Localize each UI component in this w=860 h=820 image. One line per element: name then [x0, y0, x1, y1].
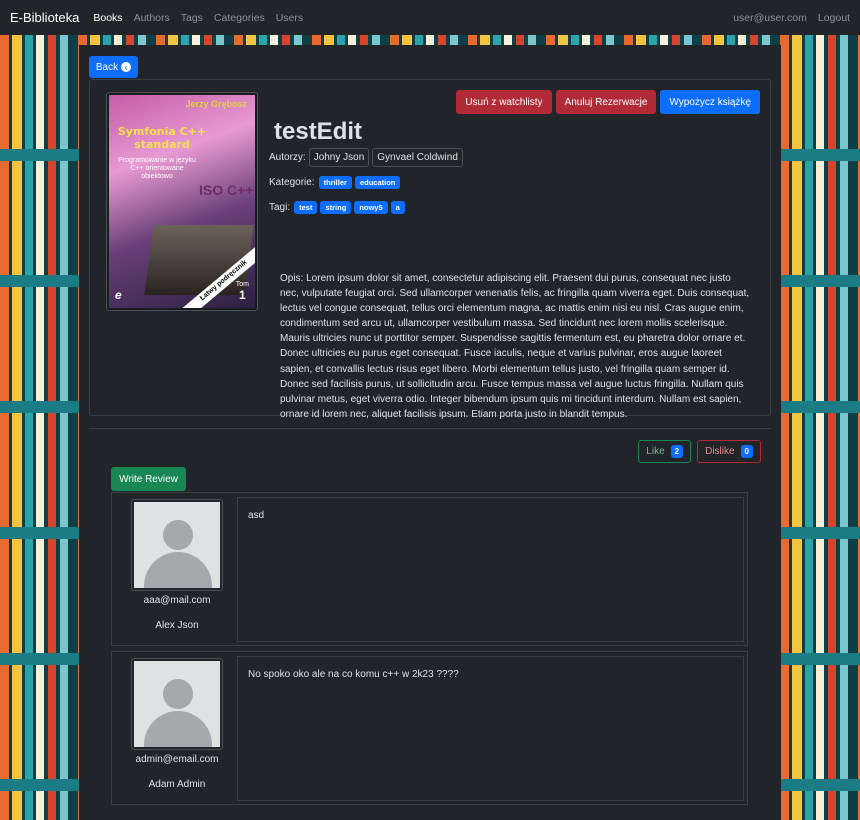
book-actions: Usuń z watchlisty Anuluj Rezerwacje Wypo…: [456, 90, 760, 114]
nav-users[interactable]: Users: [276, 12, 303, 24]
authors-row: Autorzy: Johny Json Gynvael Coldwind: [269, 148, 463, 167]
nav-books[interactable]: Books: [93, 12, 122, 24]
review-card: admin@email.com Adam Admin No spoko oko …: [111, 651, 748, 805]
main-container: Back ‹ Jerzy Grębosz Symfonia C++ standa…: [79, 45, 781, 820]
publisher-logo: e: [115, 288, 122, 302]
back-button[interactable]: Back ‹: [89, 56, 138, 78]
category-badge[interactable]: thriller: [318, 176, 352, 189]
book-title: testEdit: [274, 118, 363, 145]
category-badge[interactable]: education: [354, 176, 401, 189]
like-count-badge: 2: [670, 445, 684, 458]
review-author-name: Adam Admin: [148, 779, 206, 790]
cover-tom-label: Tom: [235, 281, 249, 288]
nav-categories[interactable]: Categories: [214, 12, 265, 24]
user-placeholder-icon: [134, 661, 220, 747]
tag-badge[interactable]: test: [294, 201, 318, 214]
dislike-count-badge: 0: [740, 445, 753, 458]
like-button[interactable]: Like 2: [638, 440, 692, 463]
review-author-email: admin@email.com: [135, 754, 219, 765]
borrow-book-button[interactable]: Wypożycz książkę: [660, 90, 760, 114]
avatar: [131, 658, 223, 750]
book-details-card: Jerzy Grębosz Symfonia C++ standard Prog…: [89, 79, 771, 420]
nav-authors[interactable]: Authors: [134, 12, 170, 24]
dislike-button[interactable]: Dislike 0: [697, 440, 761, 463]
author-chip[interactable]: Gynvael Coldwind: [372, 148, 463, 167]
user-placeholder-icon: [134, 502, 220, 588]
like-label: Like: [646, 446, 665, 457]
cover-iso: ISO C++: [199, 182, 254, 198]
tag-badge[interactable]: string: [320, 201, 352, 214]
book-cover-image: Jerzy Grębosz Symfonia C++ standard Prog…: [109, 95, 255, 308]
brand-logo[interactable]: E-Biblioteka: [10, 10, 79, 25]
authors-label: Autorzy:: [269, 152, 306, 163]
cover-tom-number: 1: [239, 288, 246, 302]
author-chip[interactable]: Johny Json: [308, 148, 370, 167]
section-divider: [89, 428, 771, 429]
reactions: Like 2 Dislike 0: [638, 440, 761, 463]
review-text: asd: [237, 497, 744, 642]
tags-row: Tagi: test string nowy5 a: [269, 201, 405, 214]
tags-label: Tagi:: [269, 202, 291, 213]
cover-title: Symfonia C++ standard: [117, 125, 207, 151]
tag-badge[interactable]: nowy5: [354, 201, 388, 214]
categories-label: Kategorie:: [269, 177, 315, 188]
nav-tags[interactable]: Tags: [181, 12, 203, 24]
write-review-button[interactable]: Write Review: [111, 467, 186, 491]
remove-watchlist-button[interactable]: Usuń z watchlisty: [456, 90, 552, 114]
logout-link[interactable]: Logout: [818, 12, 850, 24]
user-email-link[interactable]: user@user.com: [733, 12, 807, 24]
cover-subtitle: Programowanie w języku C++ orientowane o…: [118, 157, 196, 180]
book-cover: Jerzy Grębosz Symfonia C++ standard Prog…: [106, 92, 258, 311]
cancel-reservation-button[interactable]: Anuluj Rezerwacje: [555, 90, 657, 114]
avatar: [131, 499, 223, 591]
review-card: aaa@mail.com Alex Json asd: [111, 492, 748, 646]
cover-author: Jerzy Grębosz: [185, 99, 247, 109]
review-author-email: aaa@mail.com: [143, 595, 211, 606]
tag-badge[interactable]: a: [390, 201, 405, 214]
cover-volume: Tom 1: [236, 281, 249, 302]
dislike-label: Dislike: [705, 446, 735, 457]
back-label: Back: [95, 61, 119, 73]
review-text: No spoko oko ale na co komu c++ w 2k23 ?…: [237, 656, 744, 801]
chevron-left-icon: ‹: [121, 62, 132, 72]
navbar: E-Biblioteka Books Authors Tags Categori…: [0, 0, 860, 35]
review-author-name: Alex Json: [155, 620, 199, 631]
book-description: Opis: Lorem ipsum dolor sit amet, consec…: [280, 273, 750, 420]
categories-row: Kategorie: thriller education: [269, 176, 401, 189]
nav-right: user@user.com Logout: [722, 12, 850, 24]
